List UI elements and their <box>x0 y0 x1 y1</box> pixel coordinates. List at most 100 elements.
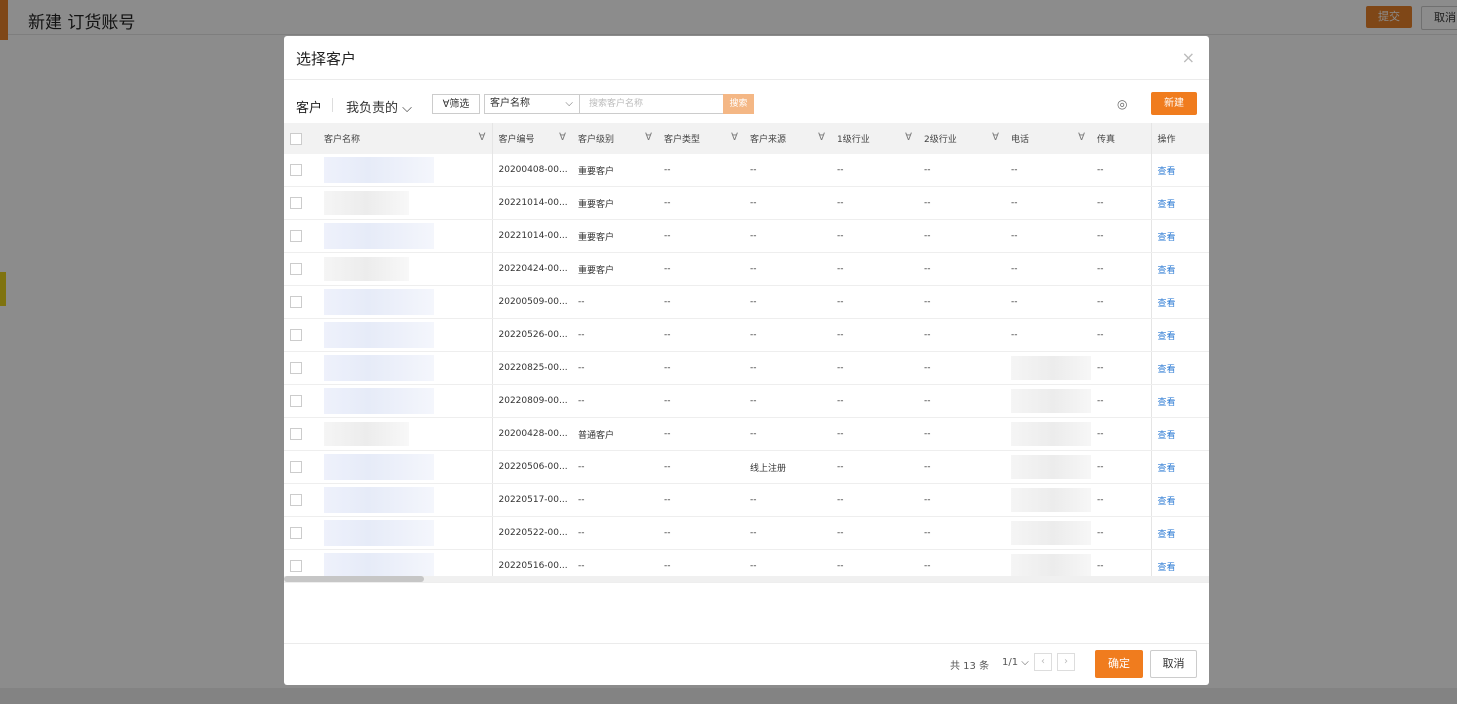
new-customer-button[interactable]: 新建 <box>1151 92 1197 115</box>
column-header: 客户编号 ∀ <box>491 123 572 154</box>
row-checkbox[interactable] <box>290 362 302 374</box>
view-link[interactable]: 查看 <box>1158 365 1176 375</box>
phone-redacted <box>1011 554 1091 578</box>
view-link[interactable]: 查看 <box>1158 233 1176 243</box>
view-link[interactable]: 查看 <box>1158 497 1176 507</box>
row-checkbox[interactable] <box>290 560 302 572</box>
customer-source-cell: -- <box>744 384 831 418</box>
table-row[interactable]: 20200408-00... 重要客户 -- -- -- -- -- -- 查看 <box>284 154 1209 187</box>
customer-type-cell: -- <box>658 351 744 385</box>
filter-icon[interactable]: ∀ <box>731 132 738 143</box>
table-row[interactable]: 20220526-00... -- -- -- -- -- -- -- 查看 <box>284 318 1209 352</box>
view-link[interactable]: 查看 <box>1158 332 1176 342</box>
page-select[interactable]: 1/1 ⌵ <box>1002 657 1029 668</box>
table-row[interactable]: 20220424-00... 重要客户 -- -- -- -- -- -- 查看 <box>284 252 1209 286</box>
row-checkbox[interactable] <box>290 230 302 242</box>
industry-2-cell: -- <box>918 219 1005 253</box>
row-checkbox[interactable] <box>290 329 302 341</box>
customer-label: 客户 <box>296 101 323 116</box>
row-checkbox[interactable] <box>290 296 302 308</box>
filter-icon[interactable]: ∀ <box>992 132 999 143</box>
customer-type-cell: -- <box>658 483 744 517</box>
phone-cell: -- <box>1005 285 1091 319</box>
close-icon[interactable]: × <box>1182 48 1195 67</box>
table-row[interactable]: 20220522-00... -- -- -- -- -- -- 查看 <box>284 516 1209 550</box>
customer-name-redacted <box>324 191 409 215</box>
customer-source-cell: 线上注册 <box>744 450 831 484</box>
customer-type-cell: -- <box>658 384 744 418</box>
cancel-button[interactable]: 取消 <box>1150 650 1197 678</box>
fax-cell: -- <box>1091 483 1151 517</box>
phone-cell <box>1005 516 1091 550</box>
table-row[interactable]: 20220825-00... -- -- -- -- -- -- 查看 <box>284 351 1209 385</box>
table-row[interactable]: 20221014-00... 重要客户 -- -- -- -- -- -- 查看 <box>284 186 1209 220</box>
view-link[interactable]: 查看 <box>1158 167 1176 177</box>
row-checkbox[interactable] <box>290 527 302 539</box>
select-customer-modal: 选择客户 × 客户 我负责的 ⌵ ∀筛选 客户名称 ⌵ 搜索客户名称 搜索 ◎ … <box>284 36 1209 685</box>
scrollbar-thumb[interactable] <box>284 576 424 582</box>
view-link[interactable]: 查看 <box>1158 563 1176 573</box>
table-row[interactable]: 20200428-00... 普通客户 -- -- -- -- -- 查看 <box>284 417 1209 451</box>
table-row[interactable]: 20200509-00... -- -- -- -- -- -- -- 查看 <box>284 285 1209 319</box>
chevron-right-icon[interactable]: › <box>1057 653 1075 671</box>
customer-source-cell: -- <box>744 516 831 550</box>
phone-cell <box>1005 483 1091 517</box>
filter-icon[interactable]: ∀ <box>559 132 566 143</box>
customer-source-cell: -- <box>744 285 831 319</box>
filter-icon[interactable]: ∀ <box>905 132 912 143</box>
view-link[interactable]: 查看 <box>1158 464 1176 474</box>
customer-id-cell: 20200509-00... <box>491 285 572 319</box>
confirm-button[interactable]: 确定 <box>1095 650 1143 678</box>
view-link[interactable]: 查看 <box>1158 398 1176 408</box>
row-checkbox[interactable] <box>290 197 302 209</box>
filter-button[interactable]: ∀筛选 <box>432 94 480 114</box>
row-checkbox[interactable] <box>290 263 302 275</box>
view-link[interactable]: 查看 <box>1158 266 1176 276</box>
column-header: 电话 ∀ <box>1005 123 1091 154</box>
industry-1-cell: -- <box>831 252 918 286</box>
filter-icon[interactable]: ∀ <box>645 132 652 143</box>
fax-cell: -- <box>1091 154 1151 187</box>
row-checkbox[interactable] <box>290 164 302 176</box>
customer-source-cell: -- <box>744 318 831 352</box>
phone-cell <box>1005 450 1091 484</box>
view-link[interactable]: 查看 <box>1158 200 1176 210</box>
customer-name-redacted <box>324 289 434 315</box>
table-row[interactable]: 20220809-00... -- -- -- -- -- -- 查看 <box>284 384 1209 418</box>
industry-2-cell: -- <box>918 285 1005 319</box>
customer-type-cell: -- <box>658 318 744 352</box>
filter-icon[interactable]: ∀ <box>1078 132 1085 143</box>
customer-id-cell: 20200408-00... <box>491 154 572 187</box>
row-checkbox[interactable] <box>290 428 302 440</box>
filter-icon[interactable]: ∀ <box>479 132 486 143</box>
row-checkbox[interactable] <box>290 395 302 407</box>
customer-name-redacted <box>324 520 434 546</box>
customer-level-cell: -- <box>572 516 658 550</box>
table-header-row: 客户名称 ∀ 客户编号 ∀ 客户级别 ∀ 客户类型 ∀ 客户来源 ∀ 1级行业 ∀ 2级行业… <box>284 123 1209 154</box>
customer-source-cell: -- <box>744 252 831 286</box>
settings-icon[interactable]: ◎ <box>1117 97 1127 111</box>
table-row[interactable]: 20220517-00... -- -- -- -- -- -- 查看 <box>284 483 1209 517</box>
row-checkbox[interactable] <box>290 461 302 473</box>
industry-2-cell: -- <box>918 417 1005 451</box>
search-button[interactable]: 搜索 <box>723 94 754 114</box>
filter-icon[interactable]: ∀ <box>818 132 825 143</box>
industry-1-cell: -- <box>831 285 918 319</box>
customer-type-cell: -- <box>658 285 744 319</box>
chevron-left-icon[interactable]: ‹ <box>1034 653 1052 671</box>
industry-1-cell: -- <box>831 219 918 253</box>
view-link[interactable]: 查看 <box>1158 530 1176 540</box>
scope-dropdown[interactable]: 我负责的 ⌵ <box>346 97 412 116</box>
fax-cell: -- <box>1091 417 1151 451</box>
search-field-select[interactable]: 客户名称 ⌵ <box>484 94 580 114</box>
view-link[interactable]: 查看 <box>1158 299 1176 309</box>
customer-level-cell: 重要客户 <box>572 252 658 286</box>
table-row[interactable]: 20221014-00... 重要客户 -- -- -- -- -- -- 查看 <box>284 219 1209 253</box>
select-all-checkbox[interactable] <box>290 132 302 145</box>
row-checkbox[interactable] <box>290 494 302 506</box>
industry-2-cell: -- <box>918 252 1005 286</box>
table-row[interactable]: 20220506-00... -- -- 线上注册 -- -- -- 查看 <box>284 450 1209 484</box>
search-input[interactable]: 搜索客户名称 <box>580 94 724 114</box>
view-link[interactable]: 查看 <box>1158 431 1176 441</box>
phone-redacted <box>1011 488 1091 512</box>
